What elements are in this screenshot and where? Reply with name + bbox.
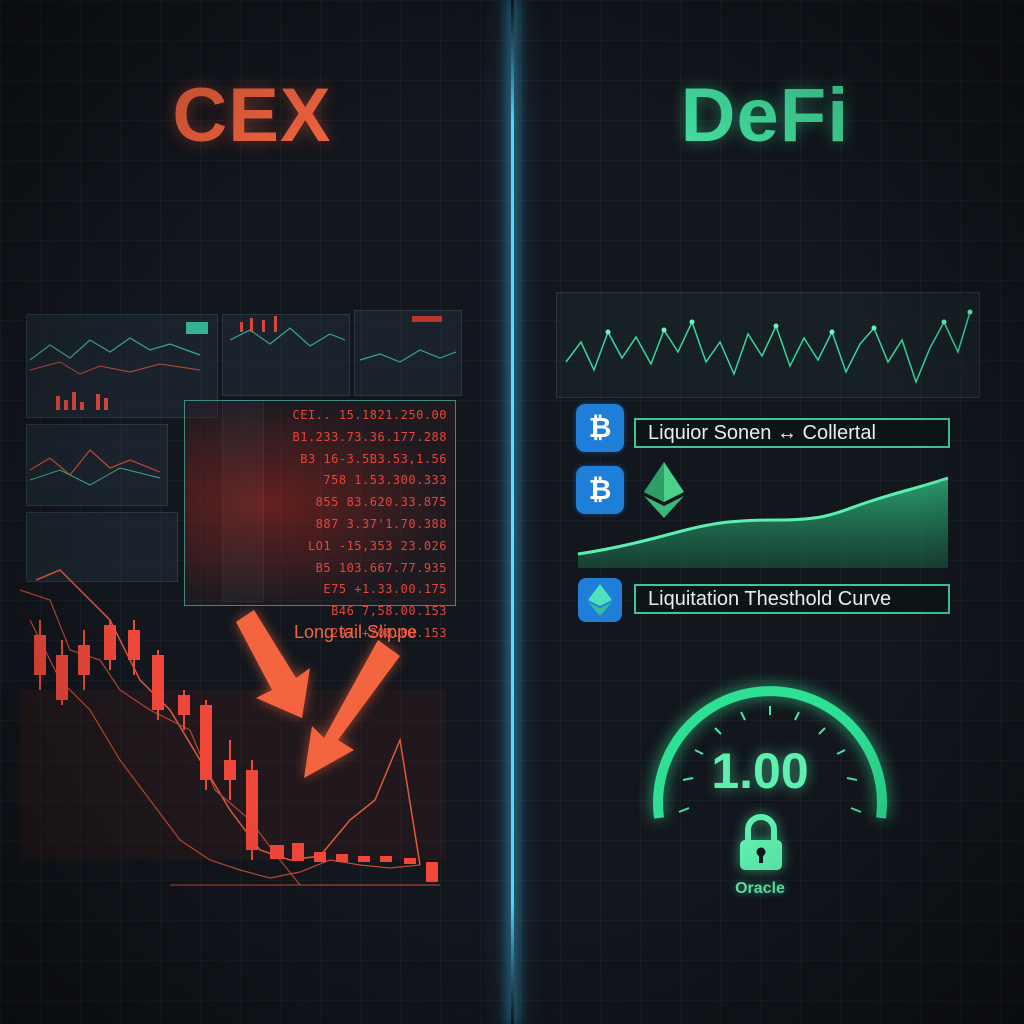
- order-book-row: B5 103.667.77.935: [315, 560, 447, 575]
- defi-sparkline: [565, 309, 973, 385]
- order-book-row: B1.233.73.36.177.288: [292, 429, 447, 444]
- order-book-row: LO1 -15,353 23.026: [307, 538, 447, 553]
- defi-title: DeFi: [680, 73, 850, 158]
- collateral-label: Liquior Sonen ↔ Collertal: [634, 418, 950, 448]
- threshold-label: Liquitation Thesthold Curve: [634, 584, 950, 614]
- order-book-row: 887 3.37'1.70.388: [315, 516, 447, 531]
- order-book-row: E75 +1.33.00.175: [323, 582, 447, 597]
- order-book-row: 855 83.620.33.875: [315, 495, 447, 510]
- order-book-row: CEI.. 15.1821.250.00: [292, 408, 447, 422]
- order-book-panel: CEI.. 15.1821.250.00 B1.233.73.36.177.28…: [184, 400, 456, 640]
- lock-icon: [740, 814, 782, 870]
- order-book-row: B3 16-3.5B3.53,1.56: [300, 451, 447, 466]
- gauge-value: 1.00: [711, 743, 809, 799]
- order-book-row: 758 1.53.300.333: [323, 473, 447, 488]
- liquidation-curve: [577, 476, 949, 568]
- ethereum-icon: [578, 578, 622, 622]
- oracle-label: Oracle: [735, 880, 785, 897]
- cex-title: CEX: [172, 73, 332, 158]
- divider-line: [511, 0, 514, 1024]
- bitcoin-icon: ₿: [576, 404, 624, 452]
- slippage-label: Long tail Slippe: [294, 622, 418, 642]
